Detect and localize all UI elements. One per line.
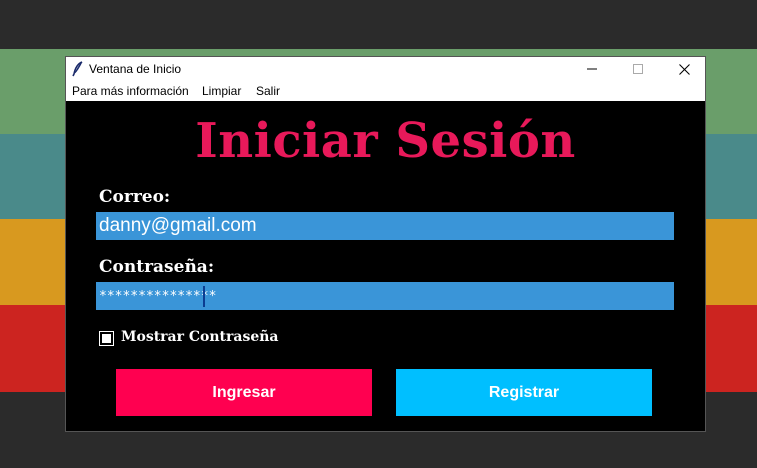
password-label: Contraseña: bbox=[99, 257, 215, 277]
show-password-label[interactable]: Mostrar Contraseña bbox=[121, 329, 279, 345]
email-field[interactable] bbox=[96, 212, 674, 240]
maximize-button[interactable] bbox=[615, 57, 661, 81]
minimize-icon bbox=[587, 68, 597, 70]
text-cursor bbox=[203, 286, 205, 307]
menu-bar: Para más información Limpiar Salir bbox=[66, 81, 705, 101]
login-window: Ventana de Inicio Para más información L… bbox=[65, 56, 706, 432]
register-button[interactable]: Registrar bbox=[396, 369, 652, 416]
email-label: Correo: bbox=[99, 187, 171, 207]
close-icon bbox=[678, 63, 690, 75]
password-field[interactable] bbox=[96, 282, 674, 310]
title-bar[interactable]: Ventana de Inicio bbox=[66, 57, 705, 81]
page-title: Iniciar Sesión bbox=[195, 113, 576, 169]
window-title: Ventana de Inicio bbox=[89, 62, 182, 76]
close-button[interactable] bbox=[661, 57, 707, 81]
show-password-checkbox[interactable] bbox=[99, 331, 114, 346]
maximize-icon bbox=[633, 64, 643, 74]
menu-exit[interactable]: Salir bbox=[256, 84, 280, 98]
menu-clear[interactable]: Limpiar bbox=[202, 84, 241, 98]
minimize-button[interactable] bbox=[569, 57, 615, 81]
menu-info[interactable]: Para más información bbox=[72, 84, 189, 98]
feather-icon bbox=[71, 61, 85, 77]
desktop-background-top bbox=[0, 0, 757, 49]
login-button[interactable]: Ingresar bbox=[116, 369, 372, 416]
